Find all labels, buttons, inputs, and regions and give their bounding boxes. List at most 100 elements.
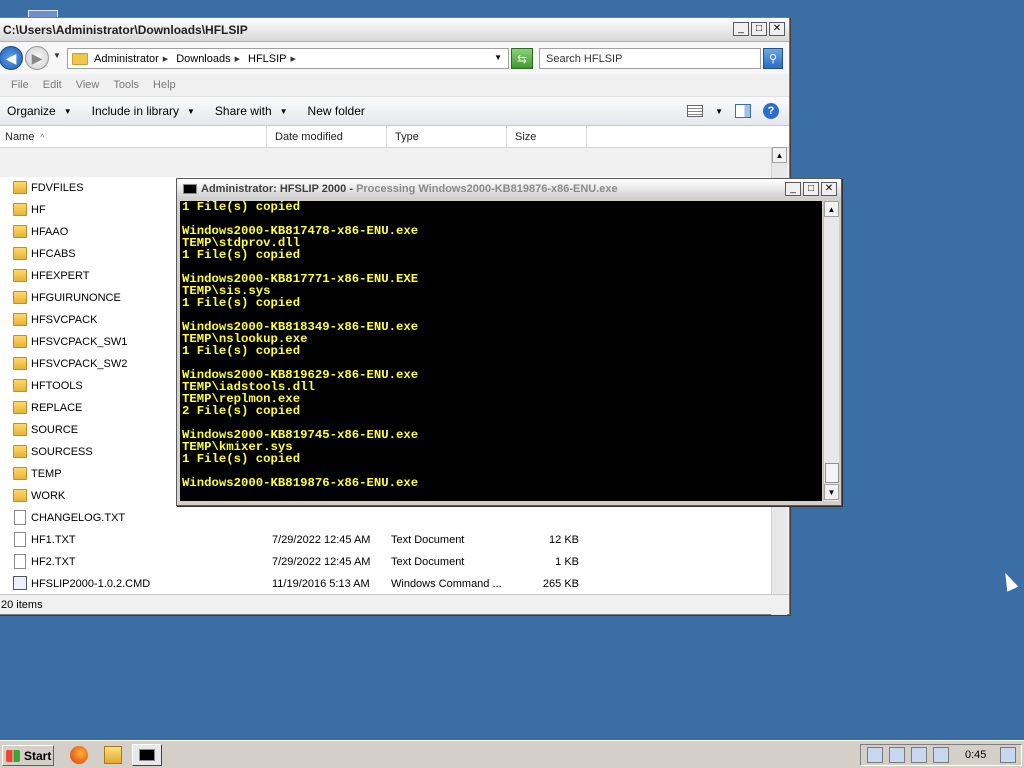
back-button[interactable]: ◀: [0, 46, 23, 70]
organize-button[interactable]: Organize ▼: [7, 104, 72, 118]
folder-icon: [13, 291, 27, 304]
minimize-button[interactable]: _: [733, 22, 749, 36]
console-scroll-thumb[interactable]: [825, 463, 839, 483]
command-bar: Organize ▼ Include in library ▼ Share with…: [0, 96, 789, 126]
breadcrumb-hflsip[interactable]: HFLSIP: [248, 53, 287, 65]
tray-device-icon[interactable]: [911, 747, 927, 763]
status-bar: 20 items: [0, 594, 789, 614]
tray-monitor-icon[interactable]: [867, 747, 883, 763]
clock[interactable]: 0:45: [965, 749, 986, 761]
explorer-titlebar[interactable]: C:\Users\Administrator\Downloads\HFLSIP …: [0, 18, 789, 42]
console-line: 1 File(s) copied: [182, 296, 301, 310]
show-desktop-icon[interactable]: [1000, 747, 1017, 763]
explorer-taskbar-icon[interactable]: [104, 746, 122, 764]
console-line: 1 File(s) copied: [182, 344, 301, 358]
file-name: HFCABS: [31, 248, 76, 260]
text-file-icon: [14, 532, 26, 547]
console-icon: [139, 749, 155, 761]
recent-pages-dropdown[interactable]: ▼: [53, 51, 61, 60]
file-name: HFSVCPACK_SW1: [31, 336, 128, 348]
file-type: Text Document: [391, 556, 465, 568]
chevron-down-icon: ▼: [63, 106, 72, 116]
include-in-library-button[interactable]: Include in library ▼: [92, 104, 195, 118]
chevron-right-icon[interactable]: ▶: [235, 55, 240, 63]
column-type[interactable]: Type: [387, 126, 507, 148]
file-name: HF1.TXT: [31, 534, 76, 546]
file-name: FDVFILES: [31, 182, 84, 194]
menu-tools[interactable]: Tools: [113, 79, 139, 91]
share-with-button[interactable]: Share with ▼: [215, 104, 288, 118]
new-folder-button[interactable]: New folder: [308, 104, 365, 118]
menu-help[interactable]: Help: [153, 79, 176, 91]
folder-icon: [13, 489, 27, 502]
folder-icon: [13, 401, 27, 414]
file-name: HFSLIP2000-1.0.2.CMD: [31, 578, 151, 590]
close-button[interactable]: ✕: [769, 22, 785, 36]
search-icon[interactable]: ⚲: [763, 48, 783, 69]
folder-icon: [13, 467, 27, 480]
menu-view[interactable]: View: [76, 79, 100, 91]
chevron-down-icon[interactable]: ▼: [494, 53, 502, 62]
forward-button[interactable]: ▶: [25, 46, 49, 70]
console-line: 1 File(s) copied: [182, 201, 301, 214]
menu-file[interactable]: File: [11, 79, 29, 91]
console-title-status: Processing Windows2000-KB819876-x86-ENU.…: [356, 183, 618, 195]
console-output[interactable]: 1 File(s) copied Windows2000-KB817478-x86…: [180, 201, 822, 501]
column-name-label: Name: [5, 131, 35, 143]
console-close-button[interactable]: ✕: [821, 182, 837, 196]
file-row[interactable]: HF1.TXT 7/29/2022 12:45 AM Text Document 12…: [0, 529, 771, 551]
search-input[interactable]: Search HFLSIP: [539, 48, 761, 69]
menu-edit[interactable]: Edit: [43, 79, 62, 91]
tray-security-icon[interactable]: [889, 747, 905, 763]
address-bar[interactable]: Administrator ▶ Downloads ▶ HFLSIP ▶ ▼: [67, 48, 509, 69]
chevron-right-icon[interactable]: ▶: [163, 55, 168, 63]
system-tray: 0:45: [860, 744, 1022, 766]
column-date[interactable]: Date modified: [267, 126, 387, 148]
file-name: HFSVCPACK: [31, 314, 98, 326]
firefox-icon[interactable]: [70, 746, 88, 764]
start-button[interactable]: Start: [2, 745, 54, 766]
taskbar: Start 0:45: [0, 740, 1024, 768]
share-label: Share with: [214, 104, 272, 118]
console-title: Administrator: HFSLIP 2000 - Processing …: [201, 183, 618, 195]
item-count: 20 items: [1, 598, 43, 611]
column-name[interactable]: Name ^: [0, 126, 267, 148]
console-minimize-button[interactable]: _: [785, 182, 801, 196]
console-scrollbar[interactable]: ▲ ▼: [823, 201, 839, 501]
breadcrumb-administrator[interactable]: Administrator: [94, 53, 159, 65]
folder-icon: [13, 203, 27, 216]
console-line: Windows2000-KB819876-x86-ENU.exe: [182, 476, 419, 490]
column-size[interactable]: Size: [507, 126, 587, 148]
scroll-up-button[interactable]: ▲: [772, 147, 787, 163]
help-icon[interactable]: ?: [763, 103, 779, 119]
preview-pane-icon[interactable]: [735, 104, 751, 118]
console-line: Windows2000-KB817771-x86-ENU.EXE: [182, 272, 419, 286]
folder-icon: [13, 335, 27, 348]
file-row[interactable]: HF2.TXT 7/29/2022 12:45 AM Text Document 1 …: [0, 551, 771, 573]
taskbar-console-button[interactable]: [132, 744, 162, 766]
mouse-cursor-icon: [999, 570, 1019, 592]
chevron-down-icon: ▼: [279, 106, 288, 116]
console-line: 2 File(s) copied: [182, 404, 301, 418]
console-maximize-button[interactable]: □: [803, 182, 819, 196]
file-row[interactable]: CHANGELOG.TXT: [0, 507, 771, 529]
console-icon[interactable]: [183, 184, 197, 194]
file-size: 265 KB: [542, 578, 579, 590]
tray-volume-muted-icon[interactable]: [933, 747, 949, 763]
breadcrumb-downloads[interactable]: Downloads: [176, 53, 230, 65]
chevron-down-icon[interactable]: ▼: [715, 107, 723, 116]
file-row[interactable]: HFSLIP2000-1.0.2.CMD 11/19/2016 5:13 AM Wi…: [0, 573, 771, 595]
refresh-button[interactable]: ⇆: [511, 48, 533, 69]
maximize-button[interactable]: □: [751, 22, 767, 36]
address-row: ◀ ▶ ▼ Administrator ▶ Downloads ▶ HFLSIP…: [0, 42, 789, 74]
view-options-icon[interactable]: [687, 105, 704, 117]
console-titlebar[interactable]: Administrator: HFSLIP 2000 - Processing …: [177, 179, 841, 199]
folder-icon: [13, 357, 27, 370]
file-name: TEMP: [31, 468, 62, 480]
file-type: Windows Command ...: [391, 578, 502, 590]
console-scroll-down-button[interactable]: ▼: [824, 484, 839, 500]
folder-icon: [13, 247, 27, 260]
console-scroll-up-button[interactable]: ▲: [824, 201, 839, 217]
chevron-right-icon[interactable]: ▶: [291, 55, 296, 63]
file-name: HF: [31, 204, 46, 216]
